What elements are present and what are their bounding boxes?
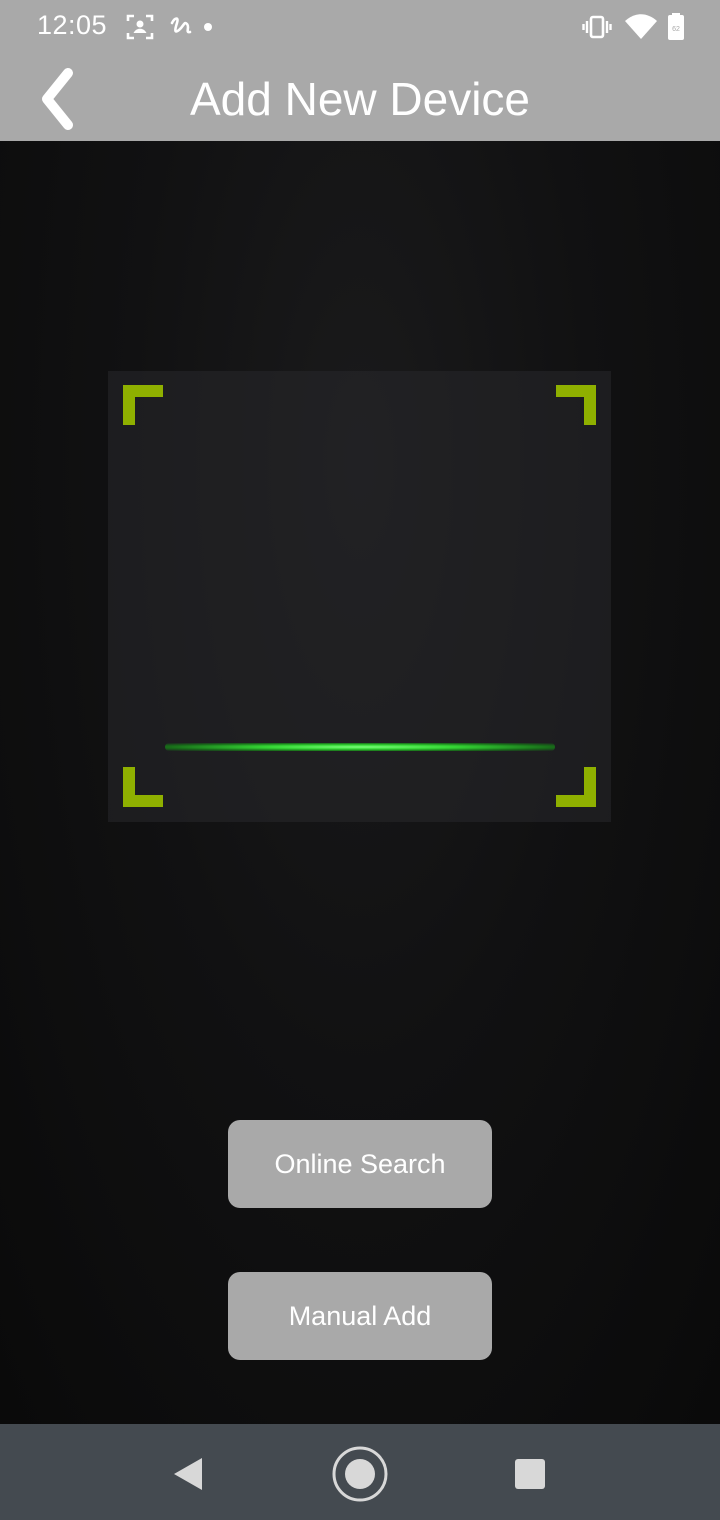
qr-scan-frame [108, 371, 611, 822]
nav-recents-button[interactable] [500, 1444, 560, 1504]
system-navigation-bar [0, 1424, 720, 1520]
page-title: Add New Device [189, 73, 531, 125]
scan-corner-top-right [556, 385, 596, 425]
svg-text:62: 62 [672, 26, 680, 33]
wifi-icon [624, 12, 657, 42]
status-time: 12:05 [37, 10, 108, 40]
recents-square-icon [500, 1459, 560, 1508]
online-search-button[interactable]: Online Search [228, 1120, 492, 1208]
scan-line [165, 743, 555, 751]
battery-icon: 62 [666, 12, 696, 42]
manual-add-button[interactable]: Manual Add [228, 1272, 492, 1360]
scan-corner-bottom-right [556, 767, 596, 807]
back-triangle-icon [160, 1458, 220, 1508]
vibrate-icon [582, 12, 612, 42]
face-scan-icon [125, 12, 155, 42]
home-circle-icon [330, 1446, 390, 1508]
scan-corner-bottom-left [123, 767, 163, 807]
handwriting-icon [168, 12, 198, 42]
scan-corner-top-left [123, 385, 163, 425]
notification-dot-icon [200, 12, 230, 42]
nav-home-button[interactable] [330, 1444, 390, 1504]
nav-back-button[interactable] [160, 1444, 220, 1504]
status-bar: 12:05 62 [0, 0, 720, 54]
app-header: Add New Device [0, 54, 720, 141]
